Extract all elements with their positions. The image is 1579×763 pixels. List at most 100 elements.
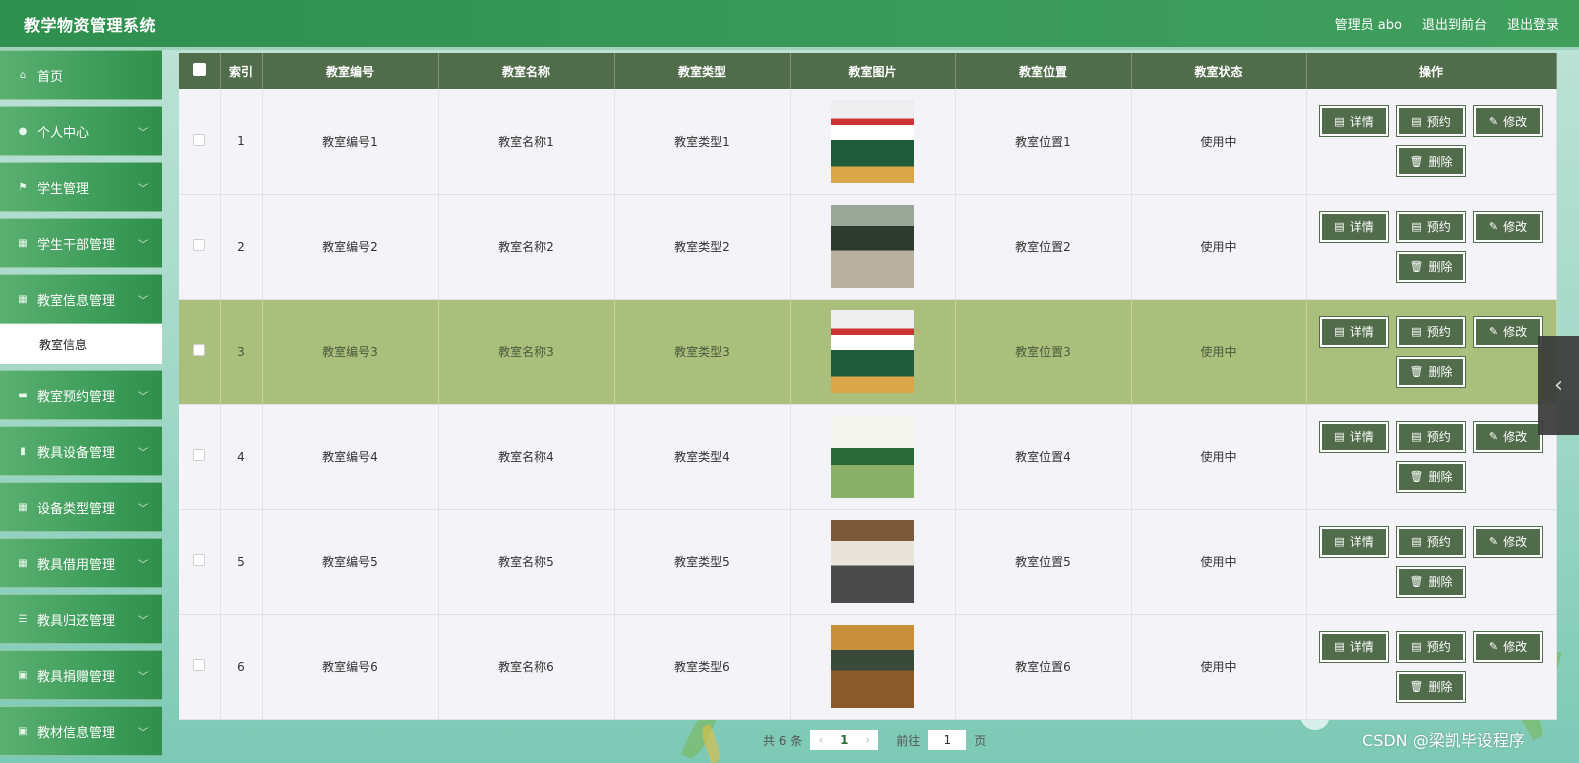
sidebar-item-10[interactable]: ▣ 教具捐赠管理 ﹀ (0, 650, 162, 700)
table-row[interactable]: 5 教室编号5 教室名称5 教室类型5 教室位置5 使用中 ▤ 详情 ▤ 预约 ✎ 修改 🗑 删除 (179, 509, 1557, 615)
edit-button[interactable]: ✎ 修改 (1473, 210, 1543, 243)
classroom-thumbnail[interactable] (831, 310, 914, 393)
logout-link[interactable]: 退出登录 (1507, 14, 1559, 33)
row-checkbox[interactable] (193, 344, 206, 356)
cell-image (790, 89, 956, 195)
classroom-thumbnail[interactable] (831, 205, 914, 288)
sidebar-item-label: 教具借用管理 (37, 557, 116, 573)
delete-button[interactable]: 🗑 删除 (1396, 565, 1466, 598)
classroom-thumbnail[interactable] (831, 520, 914, 603)
trash-icon: 🗑 (1409, 260, 1424, 273)
detail-button[interactable]: ▤ 详情 (1319, 630, 1389, 663)
sidebar-item-11[interactable]: ▣ 教材信息管理 ﹀ (0, 706, 162, 756)
table-row[interactable]: 3 教室编号3 教室名称3 教室类型3 教室位置3 使用中 ▤ 详情 ▤ 预约 ✎ 修改 🗑 删除 (179, 299, 1557, 405)
edit-button[interactable]: ✎ 修改 (1473, 525, 1543, 558)
cell-name: 教室名称6 (438, 614, 615, 720)
exit-to-front-link[interactable]: 退出到前台 (1422, 14, 1487, 33)
row-checkbox[interactable] (193, 449, 206, 461)
goto-page-input[interactable]: 1 (928, 730, 967, 750)
detail-button[interactable]: ▤ 详情 (1319, 420, 1389, 453)
row-checkbox[interactable] (193, 659, 206, 671)
page-suffix: 页 (974, 733, 987, 748)
delete-button[interactable]: 🗑 删除 (1396, 670, 1466, 703)
row-select-cell[interactable] (179, 299, 221, 405)
cell-image (790, 614, 956, 720)
prev-page-icon[interactable]: ‹ (819, 733, 824, 747)
side-drawer-handle[interactable]: ‹ (1538, 336, 1579, 435)
reserve-button[interactable]: ▤ 预约 (1396, 525, 1466, 558)
cell-actions: ▤ 详情 ▤ 预约 ✎ 修改 🗑 删除 (1306, 299, 1557, 405)
detail-button[interactable]: ▤ 详情 (1319, 210, 1389, 243)
document-icon: ▤ (1411, 220, 1422, 233)
row-select-cell[interactable] (179, 614, 221, 720)
row-select-cell[interactable] (179, 194, 221, 300)
trash-icon: 🗑 (1409, 470, 1424, 483)
edit-button[interactable]: ✎ 修改 (1473, 315, 1543, 348)
delete-button[interactable]: 🗑 删除 (1396, 250, 1466, 283)
row-select-cell[interactable] (179, 509, 221, 615)
header-index: 索引 (220, 53, 263, 89)
chevron-down-icon: ﹀ (138, 671, 148, 683)
row-select-cell[interactable] (179, 404, 221, 510)
sidebar-item-1[interactable]: ● 个人中心 ﹀ (0, 106, 162, 156)
header-name: 教室名称 (438, 53, 615, 89)
table-row[interactable]: 4 教室编号4 教室名称4 教室类型4 教室位置4 使用中 ▤ 详情 ▤ 预约 ✎ 修改 🗑 删除 (179, 404, 1557, 510)
sidebar-item-label: 个人中心 (37, 125, 90, 141)
sidebar-item-5[interactable]: ▬ 教室预约管理 ﹀ (0, 370, 162, 420)
classroom-thumbnail[interactable] (831, 625, 914, 708)
sidebar-item-8[interactable]: ▦ 教具借用管理 ﹀ (0, 538, 162, 588)
delete-button[interactable]: 🗑 删除 (1396, 145, 1466, 178)
sidebar-item-0[interactable]: ⌂ 首页 (0, 50, 162, 100)
detail-button[interactable]: ▤ 详情 (1319, 105, 1389, 138)
row-checkbox[interactable] (193, 239, 206, 251)
cell-index: 3 (220, 299, 263, 405)
classroom-thumbnail[interactable] (831, 99, 914, 183)
table-row[interactable]: 1 教室编号1 教室名称1 教室类型1 教室位置1 使用中 ▤ 详情 ▤ 预约 ✎ 修改 🗑 删除 (179, 89, 1557, 195)
trash-icon: 🗑 (1409, 365, 1424, 378)
row-select-cell[interactable] (179, 89, 221, 195)
admin-label: 管理员 abo (1334, 18, 1402, 33)
cell-name: 教室名称2 (438, 194, 615, 300)
edit-button[interactable]: ✎ 修改 (1473, 420, 1543, 453)
next-page-icon[interactable]: › (865, 733, 870, 747)
detail-button[interactable]: ▤ 详情 (1319, 315, 1389, 348)
cell-index: 4 (220, 404, 263, 510)
edit-button[interactable]: ✎ 修改 (1473, 630, 1543, 663)
chevron-down-icon: ﹀ (138, 447, 148, 459)
document-icon: ▤ (1411, 114, 1422, 128)
reserve-button[interactable]: ▤ 预约 (1396, 630, 1466, 663)
submenu-item-classroom-info[interactable]: 教室信息 (0, 324, 162, 364)
clipboard-icon: ▣ (18, 725, 28, 737)
row-checkbox[interactable] (193, 554, 206, 566)
delete-button[interactable]: 🗑 删除 (1396, 460, 1466, 493)
cell-code: 教室编号2 (262, 194, 439, 300)
row-checkbox[interactable] (193, 133, 206, 146)
classroom-thumbnail[interactable] (831, 415, 914, 498)
table-row[interactable]: 6 教室编号6 教室名称6 教室类型6 教室位置6 使用中 ▤ 详情 ▤ 预约 ✎ 修改 🗑 删除 (179, 614, 1557, 720)
reserve-button[interactable]: ▤ 预约 (1396, 210, 1466, 243)
cell-actions: ▤ 详情 ▤ 预约 ✎ 修改 🗑 删除 (1306, 614, 1557, 720)
select-all-checkbox[interactable] (192, 63, 206, 76)
cell-name: 教室名称5 (438, 509, 615, 615)
sidebar-item-6[interactable]: ▮ 教具设备管理 ﹀ (0, 426, 162, 476)
current-page[interactable]: 1 (840, 733, 848, 747)
sidebar-item-4[interactable]: ▦ 教室信息管理 ﹀ (0, 274, 162, 324)
sidebar-item-label: 设备类型管理 (37, 501, 116, 517)
detail-button[interactable]: ▤ 详情 (1319, 525, 1389, 558)
reserve-button[interactable]: ▤ 预约 (1396, 105, 1466, 138)
sidebar-item-9[interactable]: ☰ 教具归还管理 ﹀ (0, 594, 162, 644)
table-row[interactable]: 2 教室编号2 教室名称2 教室类型2 教室位置2 使用中 ▤ 详情 ▤ 预约 ✎ 修改 🗑 删除 (179, 194, 1557, 300)
sidebar-item-2[interactable]: ⚑ 学生管理 ﹀ (0, 162, 162, 212)
edit-button[interactable]: ✎ 修改 (1473, 105, 1543, 138)
header-actions: 操作 (1306, 53, 1557, 89)
reserve-button[interactable]: ▤ 预约 (1396, 420, 1466, 453)
select-all-header[interactable] (179, 53, 221, 89)
header-status: 教室状态 (1131, 53, 1307, 89)
document-icon: ▤ (1334, 325, 1345, 338)
classroom-table: 索引 教室编号 教室名称 教室类型 教室图片 教室位置 教室状态 操作 1 教室编… (179, 53, 1557, 720)
sidebar-item-label: 首页 (37, 69, 64, 85)
reserve-button[interactable]: ▤ 预约 (1396, 315, 1466, 348)
sidebar-item-3[interactable]: ▦ 学生干部管理 ﹀ (0, 218, 162, 268)
delete-button[interactable]: 🗑 删除 (1396, 355, 1466, 388)
sidebar-item-7[interactable]: ▦ 设备类型管理 ﹀ (0, 482, 162, 532)
